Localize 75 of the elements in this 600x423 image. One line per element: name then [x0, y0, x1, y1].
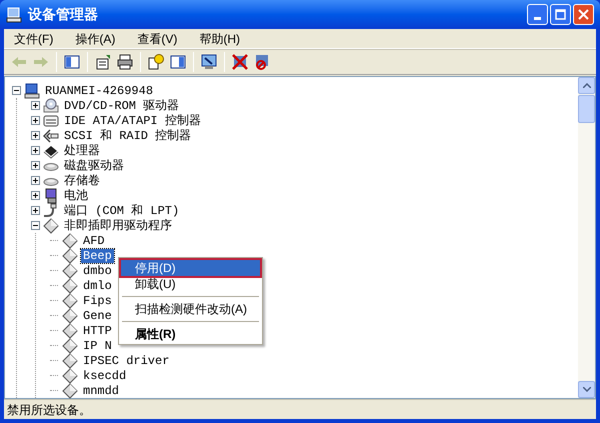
controller-icon [43, 112, 59, 128]
diamond-icon [62, 308, 78, 324]
diamond-icon [62, 352, 78, 368]
menu-item[interactable]: 帮助(H) [193, 30, 246, 48]
tree-item[interactable]: 处理器 [62, 144, 102, 158]
expander-icon[interactable] [31, 191, 40, 200]
diamond-icon [62, 262, 78, 278]
computer-icon [24, 82, 40, 98]
tree-item[interactable]: Beep [81, 248, 114, 262]
minimize-icon [534, 17, 541, 20]
tree-item[interactable]: ksecdd [81, 368, 128, 382]
menu-item[interactable]: 操作(A) [69, 30, 122, 48]
expander-icon[interactable] [12, 86, 21, 95]
diamond-icon [62, 338, 78, 354]
expander-icon[interactable] [31, 176, 40, 185]
port-cable-icon [43, 202, 59, 218]
status-text: 禁用所选设备。 [7, 402, 91, 418]
battery-icon [43, 188, 59, 204]
uninstall-icon[interactable] [231, 53, 249, 71]
menu-item[interactable]: 文件(F) [8, 30, 60, 48]
tree-item[interactable]: AFD [81, 234, 107, 248]
expander-icon[interactable] [31, 116, 40, 125]
menu-item[interactable]: 卸载(U) [121, 276, 260, 292]
pane-toggle-icon[interactable] [169, 53, 187, 71]
monitor-scan-icon[interactable] [200, 53, 218, 71]
expander-icon[interactable] [31, 221, 40, 230]
expander-icon[interactable] [31, 161, 40, 170]
computer-icon [6, 6, 22, 22]
tree-item[interactable]: DVD/CD-ROM 驱动器 [62, 98, 182, 112]
close-icon [578, 9, 589, 20]
expander-icon[interactable] [31, 131, 40, 140]
connector-icon [43, 128, 59, 144]
maximize-icon [555, 9, 566, 20]
diamond-icon [62, 248, 78, 264]
tree-item[interactable]: IPSEC driver [81, 354, 172, 368]
tree-item[interactable]: dmlo [81, 278, 114, 292]
printer-icon[interactable] [116, 53, 134, 71]
tree-item[interactable]: IP N [81, 338, 114, 352]
tree-item[interactable]: 端口 (COM 和 LPT) [62, 204, 182, 218]
window-title: 设备管理器 [28, 5, 98, 24]
tree-item[interactable]: mnmdd [81, 384, 122, 398]
diamond-icon [62, 322, 78, 338]
minimize-button[interactable] [527, 4, 548, 25]
scrollbar-thumb[interactable] [578, 95, 595, 123]
tree-item[interactable]: 非即插即用驱动程序 [62, 218, 174, 232]
diamond-icon [62, 368, 78, 384]
tree-item[interactable]: HTTP [81, 324, 114, 338]
menu-item[interactable]: 停用(D) [121, 260, 260, 276]
tree-item[interactable]: dmbo [81, 264, 114, 278]
disable-device-icon[interactable] [253, 53, 271, 71]
maximize-button[interactable] [550, 4, 571, 25]
tree-item[interactable]: Fips [81, 294, 114, 308]
diamond-icon [43, 218, 59, 234]
diamond-icon [62, 292, 78, 308]
tree-item[interactable]: 电池 [62, 188, 90, 202]
expander-icon[interactable] [31, 146, 40, 155]
menu-item[interactable]: 查看(V) [131, 30, 184, 48]
close-button[interactable] [573, 4, 594, 25]
scrollbar[interactable] [578, 77, 595, 398]
properties-icon[interactable] [94, 53, 112, 71]
tree-item[interactable]: SCSI 和 RAID 控制器 [62, 128, 194, 142]
expander-icon[interactable] [31, 206, 40, 215]
diamond-icon [62, 232, 78, 248]
diamond-icon [62, 278, 78, 294]
help-icon[interactable] [147, 53, 165, 71]
tree-item[interactable]: 存储卷 [62, 174, 102, 188]
tree-item[interactable]: 磁盘驱动器 [62, 158, 126, 172]
menu-item[interactable]: 扫描检测硬件改动(A) [121, 301, 260, 317]
pane-toggle-icon[interactable] [63, 53, 81, 71]
tree-item[interactable]: RUANMEI-4269948 [43, 84, 156, 98]
expander-icon[interactable] [31, 101, 40, 110]
disc-drive-icon [43, 98, 59, 114]
tree-item[interactable]: Gene [81, 308, 114, 322]
tree-item[interactable]: IDE ATA/ATAPI 控制器 [62, 114, 203, 128]
menu-item[interactable]: 属性(R) [121, 326, 260, 342]
